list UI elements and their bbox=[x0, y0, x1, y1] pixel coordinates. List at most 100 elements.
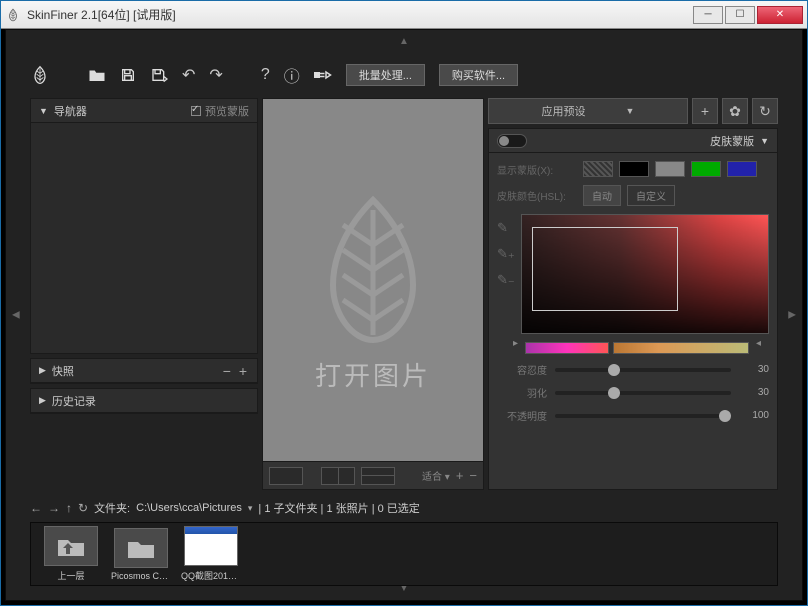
redo-icon[interactable]: ↷ bbox=[209, 65, 222, 85]
folder-dropdown-icon[interactable]: ▾ bbox=[248, 503, 253, 514]
navigator-body bbox=[31, 123, 257, 353]
collapse-top-icon[interactable]: ▲ bbox=[399, 36, 409, 47]
save-as-icon[interactable] bbox=[150, 67, 168, 83]
hsl-custom-tab[interactable]: 自定义 bbox=[627, 185, 675, 206]
maximize-button[interactable]: ☐ bbox=[725, 6, 755, 24]
app-body: ▲ ◀ ▶ ▼ ↶ ↷ ? ⓘ 批量处理... bbox=[5, 29, 803, 601]
color-picker-area[interactable] bbox=[521, 214, 769, 334]
filmstrip: 上一层 Picosmos Cap... QQ截图20170... bbox=[30, 522, 778, 586]
logo-leaf-icon bbox=[30, 64, 50, 86]
eyedropper-icon[interactable]: ✎ bbox=[497, 220, 515, 236]
canvas-controls: 适合 ▾ + − bbox=[263, 461, 483, 489]
eyedropper-sub-icon[interactable]: ✎₋ bbox=[497, 272, 515, 288]
opacity-value: 100 bbox=[739, 410, 769, 421]
feather-label: 羽化 bbox=[497, 385, 547, 400]
chevron-right-icon: ▶ bbox=[39, 395, 46, 406]
main-toolbar: ↶ ↷ ? ⓘ 批量处理... 购买软件... bbox=[30, 62, 778, 88]
zoom-in-icon[interactable]: + bbox=[456, 468, 464, 483]
window-title: SkinFiner 2.1[64位] [试用版] bbox=[27, 6, 176, 23]
view-split-v-button[interactable] bbox=[361, 467, 395, 485]
mask-swatch-blue[interactable] bbox=[727, 161, 757, 177]
preview-mask-checkbox[interactable] bbox=[191, 106, 201, 116]
feather-value: 30 bbox=[739, 387, 769, 398]
mask-swatch-gray[interactable] bbox=[655, 161, 685, 177]
snapshot-controls[interactable]: − + bbox=[223, 363, 249, 379]
skin-mask-title: 皮肤蒙版 bbox=[710, 133, 754, 149]
help-icon[interactable]: ? bbox=[261, 66, 270, 84]
up-folder-icon bbox=[44, 526, 98, 566]
preview-mask-label: 预览蒙版 bbox=[205, 103, 249, 119]
skin-mask-toggle[interactable] bbox=[497, 134, 527, 148]
preset-row: 应用预设▼ + ✿ ↻ bbox=[488, 98, 778, 124]
skin-mask-header[interactable]: 皮肤蒙版 ▼ bbox=[489, 129, 777, 153]
folder-path[interactable]: C:\Users\cca\Pictures bbox=[136, 502, 242, 514]
add-preset-button[interactable]: + bbox=[692, 98, 718, 124]
mask-swatch-black[interactable] bbox=[619, 161, 649, 177]
show-mask-label: 显示蒙版(X): bbox=[497, 162, 577, 177]
plugin-icon[interactable] bbox=[314, 68, 332, 82]
zoom-select[interactable]: 适合 ▾ bbox=[422, 468, 450, 483]
folder-stats: | 1 子文件夹 | 1 张照片 | 0 已选定 bbox=[258, 500, 419, 516]
collapse-right-icon[interactable]: ▶ bbox=[788, 310, 796, 321]
opacity-slider[interactable] bbox=[555, 414, 731, 418]
view-single-button[interactable] bbox=[269, 467, 303, 485]
main-area: ▼ 导航器 预览蒙版 ▶ 快照 − + ▶ 历史记 bbox=[30, 98, 778, 490]
skin-color-label: 皮肤颜色(HSL): bbox=[497, 188, 577, 203]
nav-refresh-icon[interactable]: ↻ bbox=[78, 501, 88, 515]
open-image-label: 打开图片 bbox=[315, 356, 431, 393]
buy-software-button[interactable]: 购买软件... bbox=[439, 64, 518, 86]
minimize-button[interactable]: ─ bbox=[693, 6, 723, 24]
thumb-folder[interactable]: Picosmos Cap... bbox=[111, 528, 171, 581]
view-split-h-button[interactable] bbox=[321, 467, 355, 485]
history-title: 历史记录 bbox=[52, 393, 249, 409]
chevron-down-icon: ▼ bbox=[39, 106, 48, 116]
nav-up-icon[interactable]: ↑ bbox=[66, 501, 72, 515]
tolerance-label: 容忍度 bbox=[497, 362, 547, 377]
right-column: 应用预设▼ + ✿ ↻ 皮肤蒙版 ▼ 显示蒙版(X): bbox=[488, 98, 778, 490]
image-thumbnail bbox=[184, 526, 238, 566]
apply-preset-select[interactable]: 应用预设▼ bbox=[488, 98, 688, 124]
mask-swatch-green[interactable] bbox=[691, 161, 721, 177]
skin-mask-body: 显示蒙版(X): 皮肤颜色(HSL): 自动 自定义 bbox=[489, 153, 777, 489]
nav-fwd-icon[interactable]: → bbox=[48, 501, 60, 515]
placeholder-leaf-icon bbox=[313, 195, 433, 348]
chevron-right-icon: ▶ bbox=[39, 365, 46, 376]
snapshot-title: 快照 bbox=[52, 363, 223, 379]
open-folder-icon[interactable] bbox=[88, 67, 106, 83]
tolerance-slider[interactable] bbox=[555, 368, 731, 372]
skin-mask-panel: 皮肤蒙版 ▼ 显示蒙版(X): 皮肤颜色(HSL bbox=[488, 128, 778, 490]
color-selection-rect[interactable] bbox=[532, 227, 678, 311]
zoom-out-icon[interactable]: − bbox=[469, 468, 477, 483]
folder-label: 文件夹: bbox=[94, 500, 130, 516]
left-column: ▼ 导航器 预览蒙版 ▶ 快照 − + ▶ 历史记 bbox=[30, 98, 258, 490]
snapshot-header[interactable]: ▶ 快照 − + bbox=[31, 359, 257, 383]
preset-refresh-button[interactable]: ↻ bbox=[752, 98, 778, 124]
close-button[interactable]: ✕ bbox=[757, 6, 803, 24]
save-icon[interactable] bbox=[120, 67, 136, 83]
info-icon[interactable]: ⓘ bbox=[284, 63, 300, 87]
tolerance-value: 30 bbox=[739, 364, 769, 375]
history-header[interactable]: ▶ 历史记录 bbox=[31, 389, 257, 413]
collapse-left-icon[interactable]: ◀ bbox=[12, 310, 20, 321]
thumb-up-folder[interactable]: 上一层 bbox=[41, 526, 101, 582]
folder-icon bbox=[114, 528, 168, 568]
thumb-image[interactable]: QQ截图20170... bbox=[181, 526, 241, 582]
preset-settings-button[interactable]: ✿ bbox=[722, 98, 748, 124]
path-bar: ← → ↑ ↻ 文件夹: C:\Users\cca\Pictures ▾ | 1… bbox=[30, 498, 778, 518]
app-icon bbox=[5, 7, 21, 23]
app-window: SkinFiner 2.1[64位] [试用版] ─ ☐ ✕ ▲ ◀ ▶ ▼ bbox=[0, 0, 808, 606]
snapshot-panel: ▶ 快照 − + bbox=[30, 358, 258, 384]
hsl-auto-tab[interactable]: 自动 bbox=[583, 185, 621, 206]
nav-back-icon[interactable]: ← bbox=[30, 501, 42, 515]
undo-icon[interactable]: ↶ bbox=[182, 65, 195, 85]
opacity-label: 不透明度 bbox=[497, 408, 547, 423]
feather-slider[interactable] bbox=[555, 391, 731, 395]
canvas-area[interactable]: 打开图片 适合 ▾ + − bbox=[262, 98, 484, 490]
hue-bar[interactable] bbox=[525, 342, 749, 354]
navigator-header[interactable]: ▼ 导航器 预览蒙版 bbox=[31, 99, 257, 123]
chevron-down-icon: ▼ bbox=[760, 136, 769, 146]
eyedropper-add-icon[interactable]: ✎₊ bbox=[497, 246, 515, 262]
mask-swatch-none[interactable] bbox=[583, 161, 613, 177]
batch-process-button[interactable]: 批量处理... bbox=[346, 64, 425, 86]
titlebar: SkinFiner 2.1[64位] [试用版] ─ ☐ ✕ bbox=[1, 1, 807, 29]
